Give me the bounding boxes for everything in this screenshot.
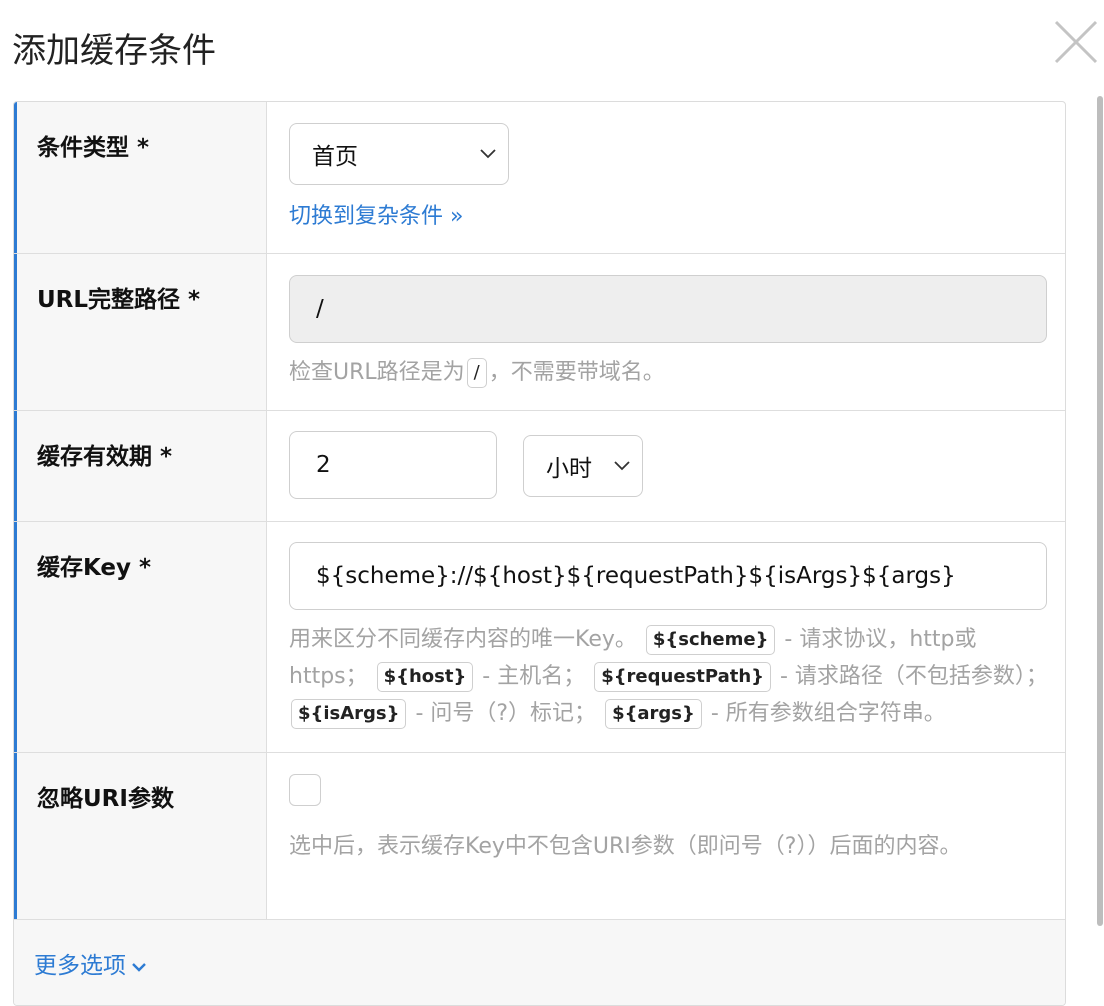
- close-button[interactable]: [1052, 18, 1100, 66]
- expire-label: 缓存有效期 *: [37, 444, 173, 470]
- label-cell: 忽略URI参数: [14, 753, 267, 919]
- condition-type-label: 条件类型 *: [37, 135, 150, 161]
- condition-type-select[interactable]: 首页: [289, 123, 509, 185]
- label-cell: 条件类型 *: [14, 102, 267, 253]
- cache-key-value: ${scheme}://${host}${requestPath}${isArg…: [316, 563, 956, 589]
- cache-key-help: 用来区分不同缓存内容的唯一Key。 ${scheme} - 请求协议，http或…: [289, 621, 1049, 732]
- chevron-down-icon: [132, 962, 146, 972]
- cache-key-help-text: - 主机名；: [475, 664, 586, 689]
- close-icon: [1054, 20, 1098, 64]
- value-cell: / 检查URL路径是为 / ，不需要带域名。: [268, 254, 1065, 410]
- url-path-input[interactable]: /: [289, 275, 1047, 343]
- more-options-label: 更多选项: [34, 953, 126, 979]
- cache-key-var-scheme: ${scheme}: [645, 625, 776, 655]
- cache-key-help-text: - 问号（?）标记；: [408, 701, 597, 726]
- row-ignore-uri-args: 忽略URI参数 选中后，表示缓存Key中不包含URI参数（即问号（?））后面的内…: [14, 753, 1065, 920]
- cache-key-var-args: ${args}: [605, 699, 702, 729]
- label-cell: 缓存Key *: [14, 522, 267, 752]
- dialog-title: 添加缓存条件: [12, 31, 216, 71]
- cache-key-var-host: ${host}: [376, 662, 474, 692]
- ignore-uri-args-label: 忽略URI参数: [37, 786, 174, 812]
- expire-unit-select[interactable]: 小时: [523, 435, 643, 497]
- url-path-value: /: [316, 296, 324, 322]
- value-cell: ${scheme}://${host}${requestPath}${isArg…: [268, 522, 1065, 752]
- url-path-help: 检查URL路径是为 / ，不需要带域名。: [289, 354, 1049, 391]
- more-options-link[interactable]: 更多选项: [34, 946, 146, 980]
- scrollbar[interactable]: [1097, 96, 1103, 926]
- label-cell: URL完整路径 *: [14, 254, 267, 410]
- row-expire: 缓存有效期 * 2 小时: [14, 411, 1065, 522]
- url-path-label: URL完整路径 *: [37, 287, 201, 313]
- ignore-uri-args-checkbox[interactable]: [289, 774, 321, 806]
- expire-unit-value: 小时: [546, 456, 592, 482]
- value-cell: 选中后，表示缓存Key中不包含URI参数（即问号（?））后面的内容。: [268, 753, 1065, 919]
- chevron-down-icon: [480, 149, 496, 159]
- condition-type-selected-value: 首页: [312, 144, 358, 170]
- row-cache-key: 缓存Key * ${scheme}://${host}${requestPath…: [14, 522, 1065, 753]
- url-path-help-text: 检查URL路径是为: [289, 360, 465, 385]
- label-cell: 缓存有效期 *: [14, 411, 267, 521]
- cache-key-var-is-args: ${isArgs}: [291, 699, 407, 729]
- chevron-down-icon: [614, 461, 630, 471]
- row-condition-type: 条件类型 * 首页 切换到复杂条件 »: [14, 102, 1065, 254]
- url-path-help-code: /: [466, 358, 487, 388]
- cache-key-var-request-path: ${requestPath}: [594, 662, 771, 692]
- expire-value-input[interactable]: 2: [289, 431, 497, 499]
- cache-key-help-text: - 所有参数组合字符串。: [703, 701, 946, 726]
- cache-condition-form: 条件类型 * 首页 切换到复杂条件 » URL完整路径 * / 检查URL路径是…: [13, 101, 1066, 1006]
- expire-value: 2: [316, 452, 331, 478]
- cache-key-help-text: 用来区分不同缓存内容的唯一Key。: [289, 627, 637, 652]
- row-url-path: URL完整路径 * / 检查URL路径是为 / ，不需要带域名。: [14, 254, 1065, 411]
- value-cell: 首页 切换到复杂条件 »: [268, 102, 1065, 253]
- value-cell: 2 小时: [268, 411, 1065, 521]
- url-path-help-text-tail: ，不需要带域名。: [488, 360, 665, 385]
- ignore-uri-args-help: 选中后，表示缓存Key中不包含URI参数（即问号（?））后面的内容。: [289, 834, 962, 859]
- cache-key-help-text: - 请求路径（不包括参数）；: [772, 664, 1048, 689]
- cache-key-label: 缓存Key *: [37, 555, 152, 581]
- footer-row: 更多选项: [14, 920, 1065, 1005]
- switch-to-complex-link[interactable]: 切换到复杂条件 »: [289, 198, 463, 230]
- cache-key-input[interactable]: ${scheme}://${host}${requestPath}${isArg…: [289, 542, 1047, 610]
